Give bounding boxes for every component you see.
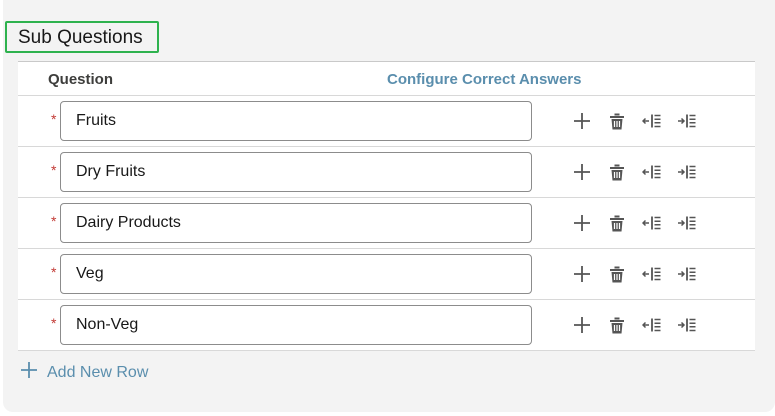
outdent-icon — [642, 114, 661, 128]
outdent-button[interactable] — [642, 315, 662, 335]
indent-button[interactable] — [677, 213, 697, 233]
outdent-button[interactable] — [642, 264, 662, 284]
indent-button[interactable] — [677, 264, 697, 284]
trash-icon — [610, 317, 624, 333]
row-actions — [572, 315, 712, 335]
indent-icon — [678, 318, 696, 332]
table-row: * — [18, 198, 755, 249]
indent-icon — [678, 114, 696, 128]
plus-icon — [574, 113, 590, 129]
trash-icon — [610, 164, 624, 180]
indent-button[interactable] — [677, 315, 697, 335]
indent-button[interactable] — [677, 111, 697, 131]
question-input[interactable] — [60, 203, 532, 243]
outdent-button[interactable] — [642, 213, 662, 233]
add-row-below-button[interactable] — [572, 162, 592, 182]
table-body: * Fruits * Dry Fruits * Dairy Products *… — [18, 96, 755, 351]
table-header: Question Configure Correct Answers — [18, 62, 755, 96]
question-input[interactable] — [60, 152, 532, 192]
trash-icon — [610, 113, 624, 129]
configure-correct-answers-link[interactable]: Configure Correct Answers — [387, 71, 581, 88]
indent-button[interactable] — [677, 162, 697, 182]
add-row-below-button[interactable] — [572, 213, 592, 233]
plus-icon — [20, 361, 38, 384]
required-indicator: * — [51, 162, 57, 178]
table-row: * — [18, 249, 755, 300]
plus-icon — [574, 164, 590, 180]
outdent-icon — [642, 267, 661, 281]
indent-icon — [678, 216, 696, 230]
delete-row-button[interactable] — [607, 315, 627, 335]
question-input[interactable] — [60, 305, 532, 345]
question-input[interactable] — [60, 254, 532, 294]
question-input[interactable] — [60, 101, 532, 141]
section-title: Sub Questions — [5, 21, 159, 53]
required-indicator: * — [51, 264, 57, 280]
table-row: * — [18, 300, 755, 351]
table-row: * — [18, 147, 755, 198]
indent-icon — [678, 267, 696, 281]
outdent-button[interactable] — [642, 162, 662, 182]
sub-questions-table: Question Configure Correct Answers * Fru… — [18, 61, 755, 351]
plus-icon — [574, 215, 590, 231]
add-new-row-label: Add New Row — [47, 363, 149, 381]
outdent-icon — [642, 216, 661, 230]
outdent-button[interactable] — [642, 111, 662, 131]
row-actions — [572, 264, 712, 284]
outdent-icon — [642, 318, 661, 332]
trash-icon — [610, 266, 624, 282]
row-actions — [572, 213, 712, 233]
required-indicator: * — [51, 111, 57, 127]
add-new-row-button[interactable]: Add New Row — [20, 361, 148, 384]
required-indicator: * — [51, 213, 57, 229]
delete-row-button[interactable] — [607, 111, 627, 131]
row-actions — [572, 162, 712, 182]
column-header-question: Question — [48, 71, 114, 88]
trash-icon — [610, 215, 624, 231]
row-actions — [572, 111, 712, 131]
table-row: * — [18, 96, 755, 147]
required-indicator: * — [51, 315, 57, 331]
delete-row-button[interactable] — [607, 162, 627, 182]
delete-row-button[interactable] — [607, 213, 627, 233]
add-row-below-button[interactable] — [572, 315, 592, 335]
add-row-below-button[interactable] — [572, 111, 592, 131]
plus-icon — [574, 266, 590, 282]
outdent-icon — [642, 165, 661, 179]
add-row-below-button[interactable] — [572, 264, 592, 284]
plus-icon — [574, 317, 590, 333]
delete-row-button[interactable] — [607, 264, 627, 284]
indent-icon — [678, 165, 696, 179]
